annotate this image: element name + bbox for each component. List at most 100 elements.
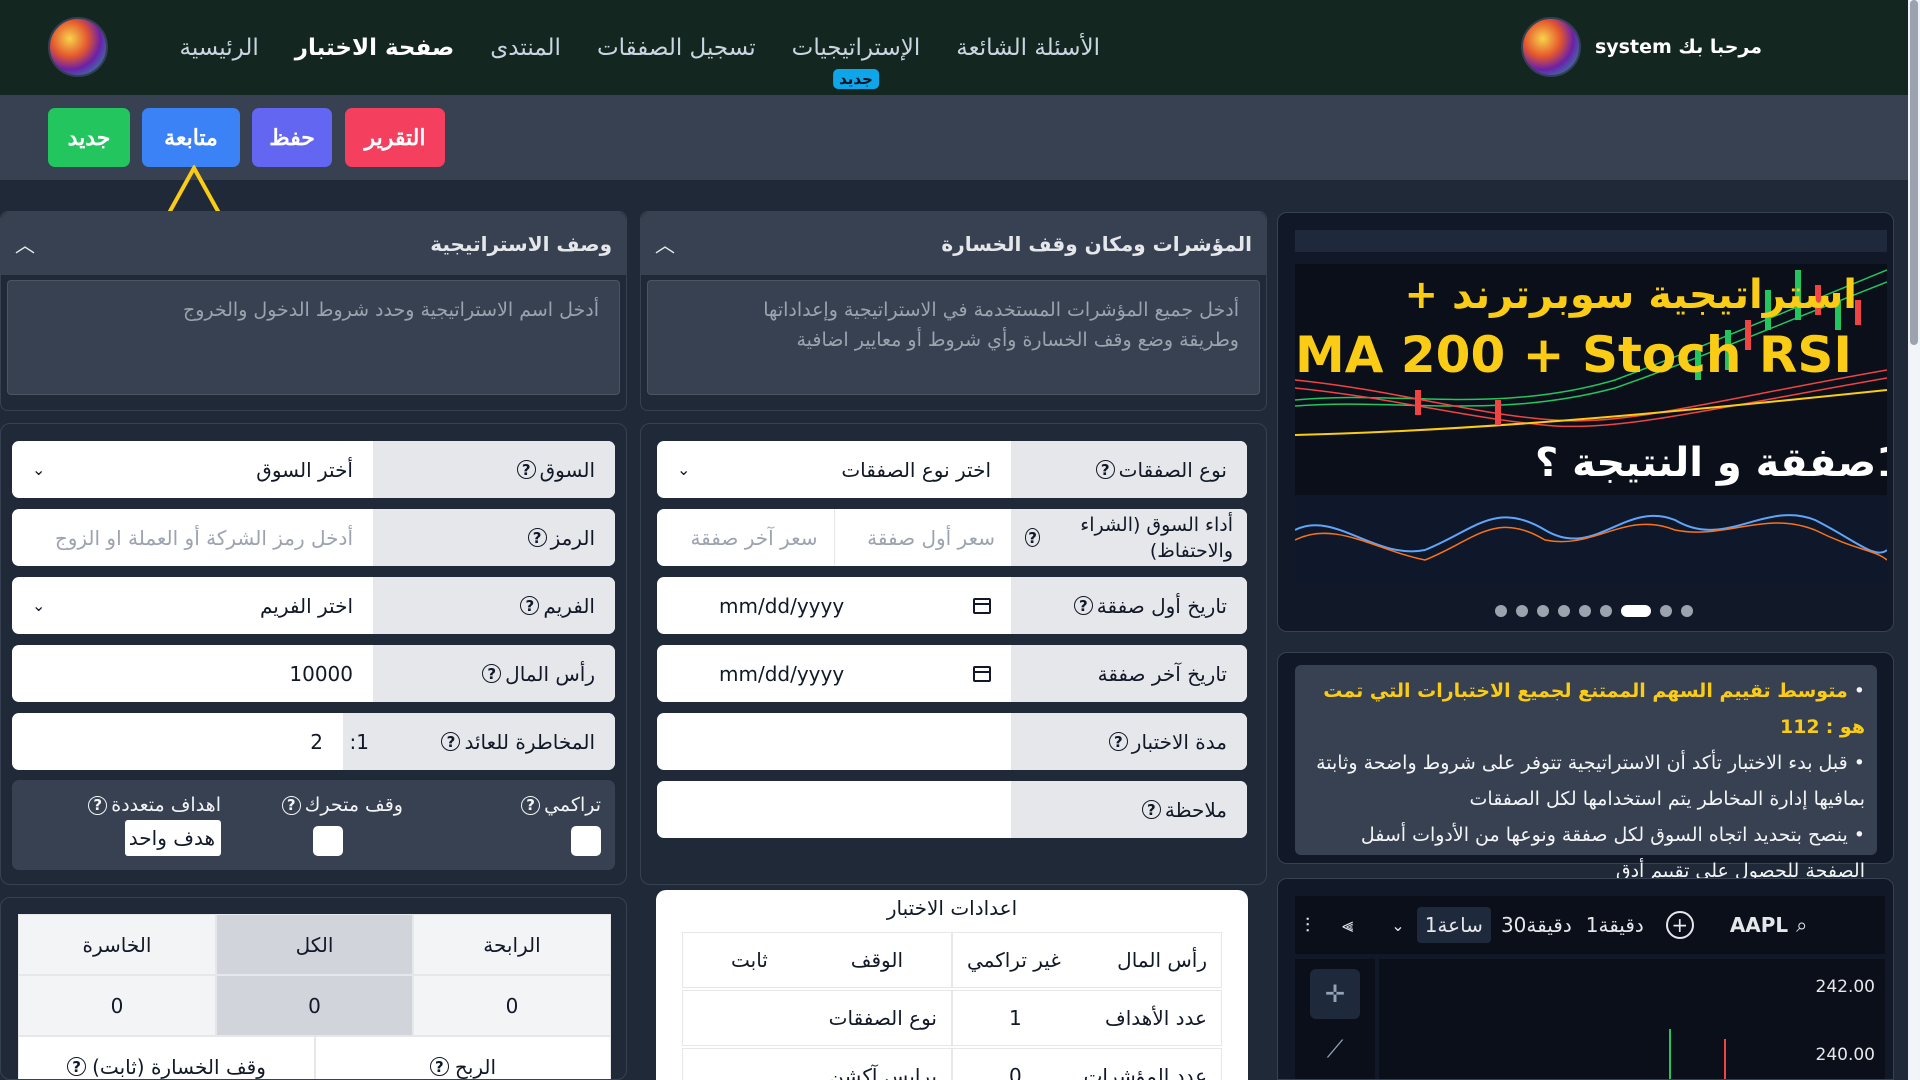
chevron-up-icon[interactable]: ︿ bbox=[15, 229, 35, 258]
help-icon: ? bbox=[1095, 460, 1115, 479]
new-button[interactable]: جديد bbox=[48, 108, 130, 167]
image-title-line1: استراتيجية سوبرترند + bbox=[1404, 272, 1857, 318]
new-badge: جديد bbox=[833, 68, 879, 89]
header-losing: الخاسرة bbox=[18, 914, 216, 975]
last-trade-date-field[interactable]: تاريخ آخر صفقة mm/dd/yyyy bbox=[657, 645, 1247, 702]
carousel-dot[interactable] bbox=[1558, 605, 1570, 617]
market-performance-field[interactable]: أداء السوق (الشراء والاحتفاظ)? سعر أول ص… bbox=[657, 509, 1247, 566]
tv-price-chart[interactable]: 242.00 240.00 bbox=[1379, 959, 1885, 1079]
search-icon[interactable]: ⌕ bbox=[1796, 913, 1807, 937]
stoploss-header: ? وقف الخسارة (ثابت) bbox=[18, 1036, 315, 1079]
report-button[interactable]: التقرير bbox=[345, 108, 445, 167]
carousel-dot[interactable] bbox=[1537, 605, 1549, 617]
user-welcome[interactable]: مرحبا بك system bbox=[1520, 17, 1762, 77]
carousel-dot[interactable] bbox=[1600, 605, 1612, 617]
carousel-dot-active[interactable] bbox=[1621, 605, 1651, 617]
save-button[interactable]: حفظ bbox=[252, 108, 332, 167]
risk-reward-field[interactable]: المخاطرة للعائد? 1: 2 bbox=[12, 713, 615, 770]
nav-link-forum[interactable]: المنتدى bbox=[490, 35, 561, 61]
nav-link-faq[interactable]: الأسئلة الشائعة bbox=[956, 35, 1100, 61]
carousel-dot[interactable] bbox=[1579, 605, 1591, 617]
follow-button[interactable]: متابعة bbox=[142, 108, 240, 167]
capital-label: رأس المال? bbox=[373, 645, 615, 702]
calendar-icon bbox=[973, 665, 991, 682]
symbol-input[interactable]: أدخل رمز الشركة أو العملة او الزوج bbox=[12, 509, 373, 566]
carousel-dot[interactable] bbox=[1681, 605, 1693, 617]
carousel-dot[interactable] bbox=[1516, 605, 1528, 617]
cumulative-checkbox[interactable] bbox=[571, 826, 601, 856]
duration-field[interactable]: مدة الاختبار? bbox=[657, 713, 1247, 770]
trade-type-select[interactable]: نوع الصفقات? اختر نوع الصفقات ⌄ bbox=[657, 441, 1247, 498]
crosshair-icon[interactable]: ✛ bbox=[1310, 969, 1360, 1019]
info-line-average: • متوسط تقييم السهم الممتنع لجميع الاختب… bbox=[1323, 680, 1865, 738]
strategy-image-carousel[interactable]: استراتيجية سوبرترند + MA 200 + Stoch RSI… bbox=[1277, 212, 1894, 632]
strategy-panel-header[interactable]: وصف الاستراتيجية ︿ bbox=[1, 212, 626, 275]
help-icon: ? bbox=[1141, 800, 1161, 819]
trade-type-label: نوع الصفقات? bbox=[1011, 441, 1247, 498]
capital-input[interactable]: 10000 bbox=[12, 645, 373, 702]
price-label: 242.00 bbox=[1815, 977, 1875, 997]
market-select[interactable]: السوق? أختر السوق ⌄ bbox=[12, 441, 615, 498]
chevron-down-icon[interactable]: ⌄ bbox=[1391, 916, 1404, 935]
carousel-dot[interactable] bbox=[1495, 605, 1507, 617]
strategy-placeholder: أدخل اسم الاستراتيجية وحدد شروط الدخول و… bbox=[182, 299, 599, 321]
last-date-label: تاريخ آخر صفقة bbox=[1011, 645, 1247, 702]
help-icon: ? bbox=[1108, 732, 1128, 751]
carousel-dot[interactable] bbox=[1660, 605, 1672, 617]
frame-value[interactable]: اختر الفريم ⌄ bbox=[12, 577, 373, 634]
chevron-up-icon[interactable]: ︿ bbox=[655, 229, 675, 258]
logo[interactable] bbox=[48, 17, 108, 77]
first-date-input[interactable]: mm/dd/yyyy bbox=[657, 577, 1011, 634]
tv-toolbar: ⫶ ⫷ ⌄ 1ساعة 30دقيقة 1دقيقة + AAPL ⌕ bbox=[1295, 896, 1885, 954]
note-label: ملاحظة? bbox=[1011, 781, 1247, 838]
first-trade-date-field[interactable]: تاريخ أول صفقة? mm/dd/yyyy bbox=[657, 577, 1247, 634]
trade-type-value[interactable]: اختر نوع الصفقات ⌄ bbox=[657, 441, 1011, 498]
action-toolbar: جديد متابعة حفظ التقرير bbox=[0, 95, 1908, 180]
indicator-tool-icon[interactable]: ⫶ bbox=[1305, 913, 1310, 937]
add-compare-icon[interactable]: + bbox=[1665, 911, 1694, 939]
help-icon: ? bbox=[429, 1057, 449, 1076]
strategy-description-input[interactable]: أدخل اسم الاستراتيجية وحدد شروط الدخول و… bbox=[7, 280, 620, 395]
targets-select[interactable]: هدف واحد bbox=[125, 820, 221, 856]
cumulative-label: تراكمي? bbox=[521, 794, 601, 816]
nav-link-strategies[interactable]: الإستراتيجيات جديد bbox=[792, 35, 920, 89]
trend-line-icon[interactable]: ⟋ bbox=[1310, 1029, 1360, 1069]
indicators-panel-header[interactable]: المؤشرات ومكان وقف الخسارة ︿ bbox=[641, 212, 1266, 275]
market-value[interactable]: أختر السوق ⌄ bbox=[12, 441, 373, 498]
interval-30m[interactable]: 30دقيقة bbox=[1501, 913, 1572, 937]
capital-field[interactable]: رأس المال? 10000 bbox=[12, 645, 615, 702]
note-input[interactable] bbox=[657, 781, 1011, 838]
strategy-thumbnail[interactable]: استراتيجية سوبرترند + MA 200 + Stoch RSI… bbox=[1295, 230, 1887, 625]
symbol-field[interactable]: الرمز? أدخل رمز الشركة أو العملة او الزو… bbox=[12, 509, 615, 566]
tv-symbol[interactable]: AAPL bbox=[1730, 913, 1788, 937]
nav-link-home[interactable]: الرئيسية bbox=[180, 35, 259, 61]
risk-input[interactable]: 2 bbox=[12, 713, 343, 770]
last-price-input[interactable]: سعر آخر صفقة bbox=[657, 509, 834, 566]
nav-link-trade-log[interactable]: تسجيل الصفقات bbox=[597, 35, 756, 61]
note-field[interactable]: ملاحظة? bbox=[657, 781, 1247, 838]
last-date-input[interactable]: mm/dd/yyyy bbox=[657, 645, 1011, 702]
frame-label: الفريم? bbox=[373, 577, 615, 634]
duration-label: مدة الاختبار? bbox=[1011, 713, 1247, 770]
user-avatar[interactable] bbox=[1520, 17, 1581, 77]
image-title-line3: 100صفقة و النتيجة ؟ bbox=[1535, 440, 1887, 486]
indicators-input[interactable]: أدخل جميع المؤشرات المستخدمة في الاسترات… bbox=[647, 280, 1260, 395]
nav-links: الأسئلة الشائعة الإستراتيجيات جديد تسجيل… bbox=[180, 0, 1100, 95]
symbol-label: الرمز? bbox=[373, 509, 615, 566]
calendar-icon bbox=[973, 597, 991, 614]
risk-label: المخاطرة للعائد? bbox=[373, 713, 615, 770]
frame-select[interactable]: الفريم? اختر الفريم ⌄ bbox=[12, 577, 615, 634]
scrollbar-thumb[interactable] bbox=[1910, 0, 1918, 345]
value-losing: 0 bbox=[18, 975, 216, 1036]
trailing-stop-checkbox[interactable] bbox=[313, 826, 343, 856]
nav-link-test-page[interactable]: صفحة الاختبار bbox=[295, 35, 455, 61]
first-price-input[interactable]: سعر أول صفقة bbox=[833, 509, 1012, 566]
interval-1m[interactable]: 1دقيقة bbox=[1586, 913, 1644, 937]
page-scrollbar[interactable] bbox=[1908, 0, 1920, 1080]
bars-tool-icon[interactable]: ⫷ bbox=[1342, 913, 1353, 937]
carousel-dots bbox=[1495, 605, 1693, 617]
tradingview-widget[interactable]: ⫶ ⫷ ⌄ 1ساعة 30دقيقة 1دقيقة + AAPL ⌕ ✛ ⟋ … bbox=[1277, 878, 1894, 1080]
interval-1h[interactable]: 1ساعة bbox=[1416, 907, 1491, 943]
profit-header: ? الربح bbox=[315, 1036, 611, 1079]
settings-cell: نوع الصفقات bbox=[682, 990, 952, 1046]
